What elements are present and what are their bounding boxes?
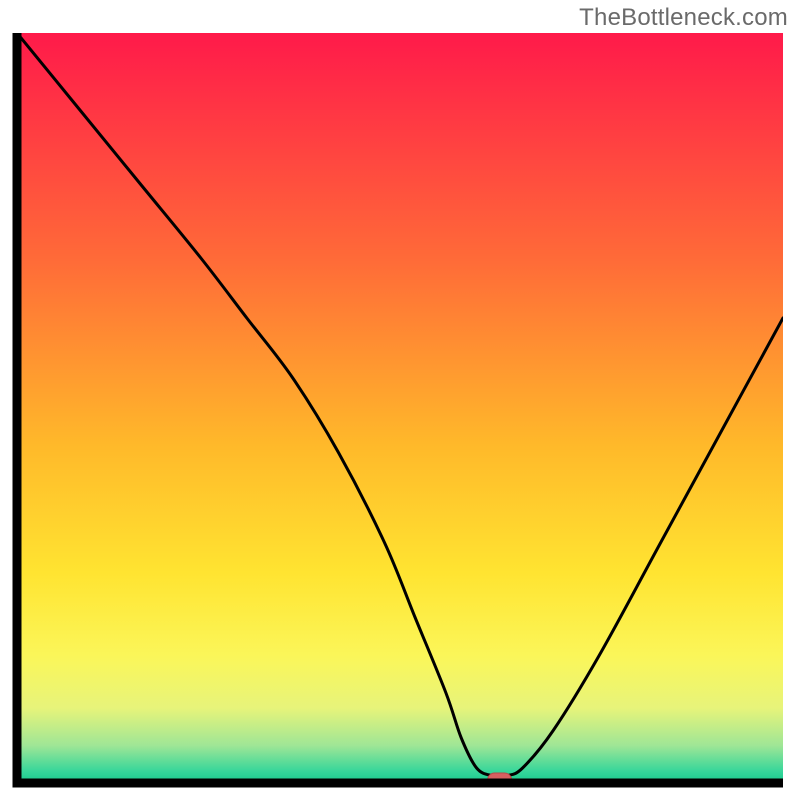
chart-svg [12, 28, 788, 788]
chart-container: TheBottleneck.com [0, 0, 800, 800]
gradient-background [17, 33, 783, 783]
watermark-text: TheBottleneck.com [579, 4, 788, 32]
chart-frame [12, 28, 788, 788]
